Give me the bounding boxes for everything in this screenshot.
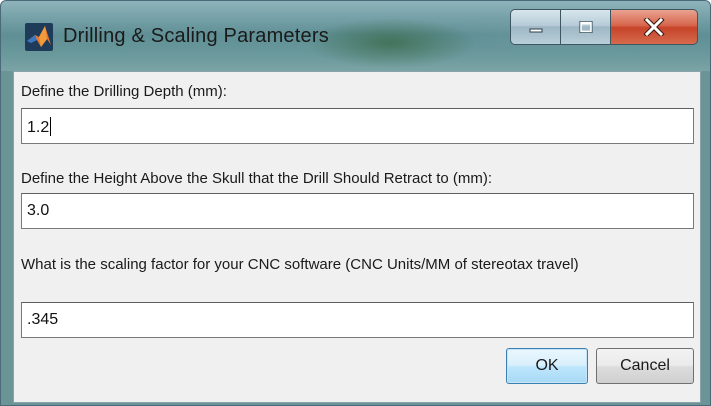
close-icon <box>643 18 665 36</box>
title-bar[interactable]: Drilling & Scaling Parameters <box>1 1 710 71</box>
window-title: Drilling & Scaling Parameters <box>63 25 329 47</box>
drilling-depth-input[interactable]: 1.2 <box>21 108 694 144</box>
close-button[interactable] <box>610 9 698 45</box>
maximize-icon <box>579 21 592 33</box>
scaling-factor-label: What is the scaling factor for your CNC … <box>21 256 579 273</box>
caption-buttons <box>510 9 698 45</box>
text-caret <box>50 117 52 136</box>
matlab-icon <box>25 23 53 51</box>
drilling-depth-value: 1.2 <box>27 119 50 136</box>
maximize-button[interactable] <box>560 9 610 45</box>
cancel-button[interactable]: Cancel <box>596 348 694 384</box>
minimize-icon <box>529 28 542 33</box>
dialog-body: Define the Drilling Depth (mm): 1.2 Defi… <box>13 71 701 403</box>
drilling-depth-label: Define the Drilling Depth (mm): <box>21 83 227 100</box>
scaling-factor-value: .345 <box>27 311 59 328</box>
retract-height-value: 3.0 <box>27 202 50 219</box>
retract-height-input[interactable]: 3.0 <box>21 193 694 229</box>
ok-button[interactable]: OK <box>506 348 588 384</box>
retract-height-label: Define the Height Above the Skull that t… <box>21 170 493 187</box>
scaling-factor-input[interactable]: .345 <box>21 302 694 338</box>
dialog-window: Drilling & Scaling Parameters Define the… <box>0 0 711 406</box>
minimize-button[interactable] <box>510 9 560 45</box>
